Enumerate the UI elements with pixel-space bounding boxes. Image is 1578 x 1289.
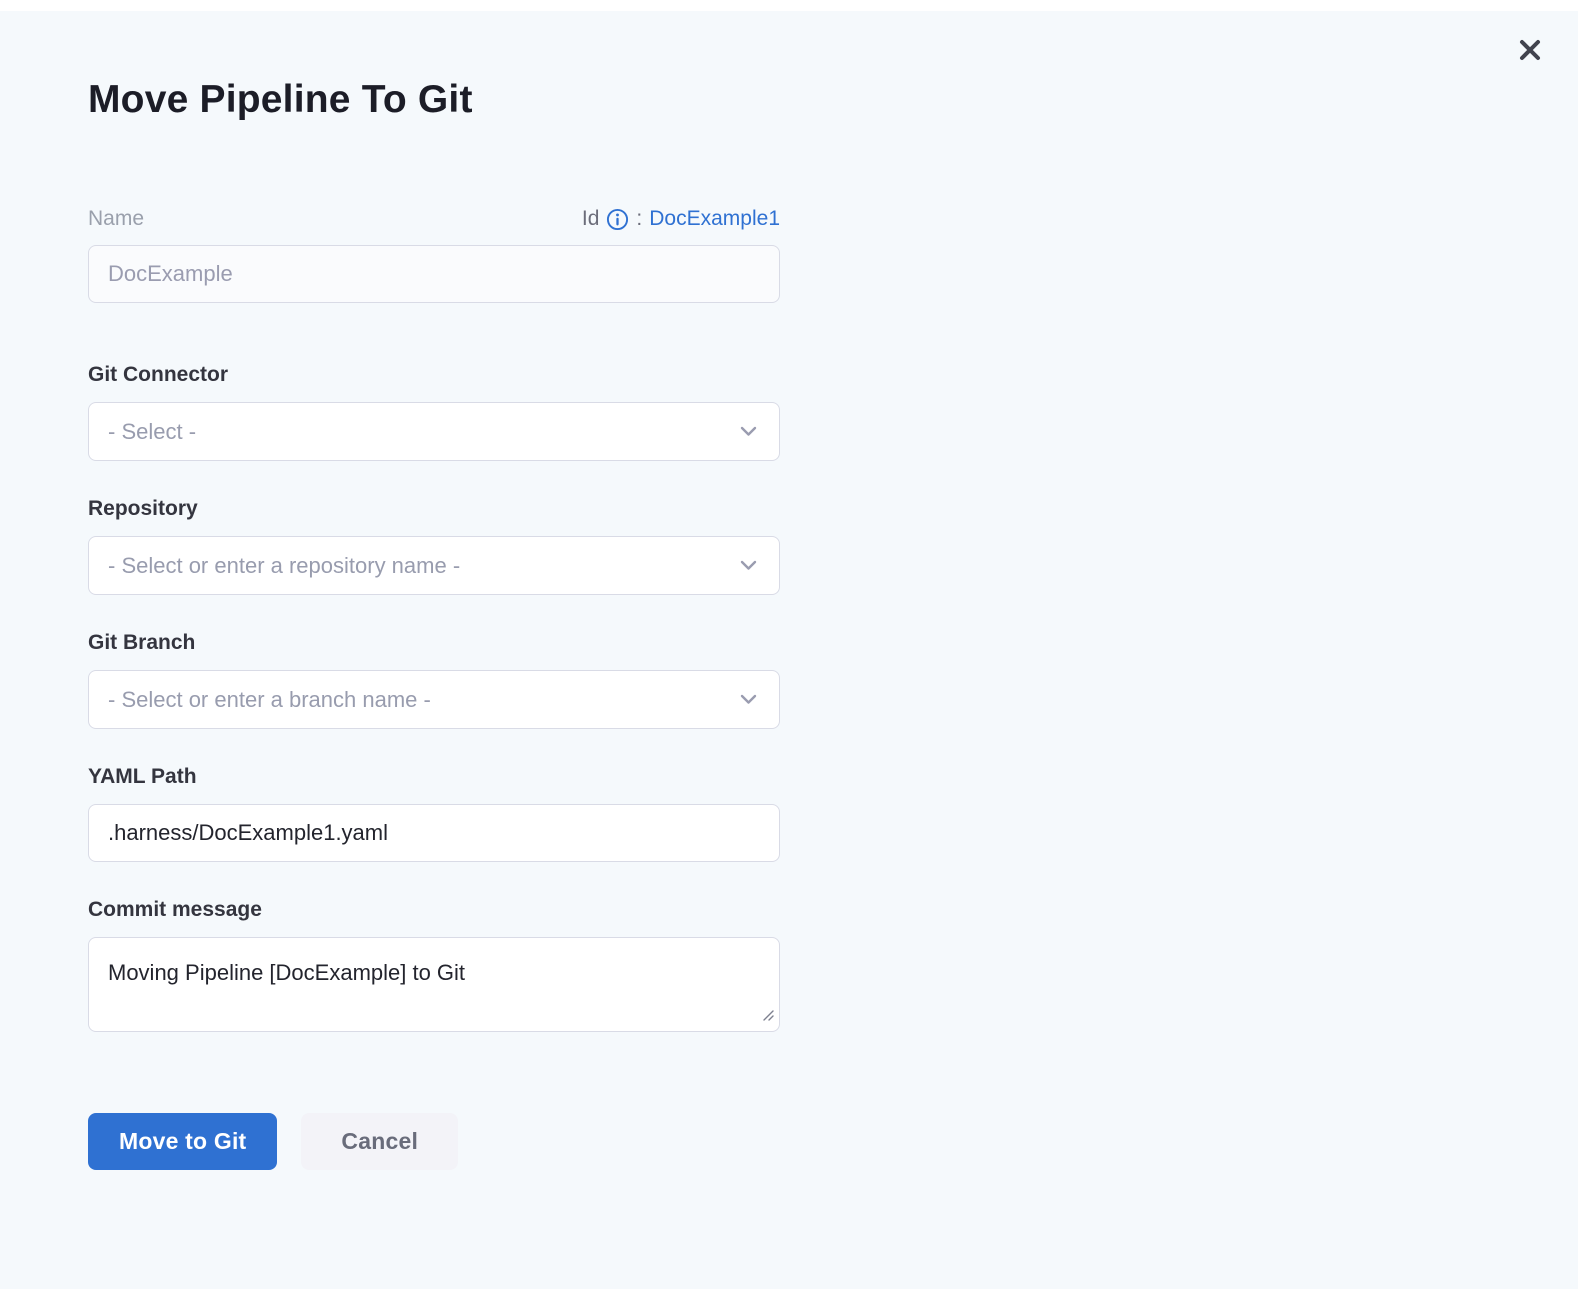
yaml-path-group: YAML Path [88, 765, 780, 862]
repository-group: Repository - Select or enter a repositor… [88, 497, 780, 595]
chevron-down-icon [740, 426, 757, 437]
name-field-group: Name Id : DocExample1 [88, 206, 780, 303]
chevron-down-icon [740, 560, 757, 571]
commit-message-label: Commit message [88, 898, 780, 922]
repository-select[interactable]: - Select or enter a repository name - [88, 536, 780, 595]
id-label: Id [582, 207, 600, 231]
cancel-button[interactable]: Cancel [301, 1113, 458, 1170]
close-button[interactable] [1512, 32, 1548, 68]
repository-label: Repository [88, 497, 780, 521]
yaml-path-label: YAML Path [88, 765, 780, 789]
git-branch-group: Git Branch - Select or enter a branch na… [88, 631, 780, 729]
git-connector-group: Git Connector - Select - [88, 363, 780, 461]
repository-placeholder: - Select or enter a repository name - [108, 553, 460, 579]
move-pipeline-modal: Move Pipeline To Git Name Id : DocExampl… [88, 78, 780, 1170]
git-connector-placeholder: - Select - [108, 419, 196, 445]
commit-message-textarea[interactable]: Moving Pipeline [DocExample] to Git [88, 937, 780, 1032]
git-branch-placeholder: - Select or enter a branch name - [108, 687, 431, 713]
yaml-path-input[interactable] [88, 804, 780, 862]
chevron-down-icon [740, 694, 757, 705]
git-connector-label: Git Connector [88, 363, 780, 387]
modal-title: Move Pipeline To Git [88, 78, 780, 122]
move-to-git-button[interactable]: Move to Git [88, 1113, 277, 1170]
id-separator: : [636, 207, 642, 231]
pipeline-id-value[interactable]: DocExample1 [649, 207, 780, 231]
modal-actions: Move to Git Cancel [88, 1113, 780, 1170]
name-label: Name [88, 207, 144, 231]
git-branch-label: Git Branch [88, 631, 780, 655]
name-input [88, 245, 780, 303]
info-icon[interactable] [606, 208, 629, 231]
git-branch-select[interactable]: - Select or enter a branch name - [88, 670, 780, 729]
pipeline-id-row: Id : DocExample1 [582, 206, 780, 231]
git-connector-select[interactable]: - Select - [88, 402, 780, 461]
close-icon [1516, 36, 1544, 64]
commit-message-group: Commit message Moving Pipeline [DocExamp… [88, 898, 780, 1032]
top-strip [0, 0, 1578, 11]
